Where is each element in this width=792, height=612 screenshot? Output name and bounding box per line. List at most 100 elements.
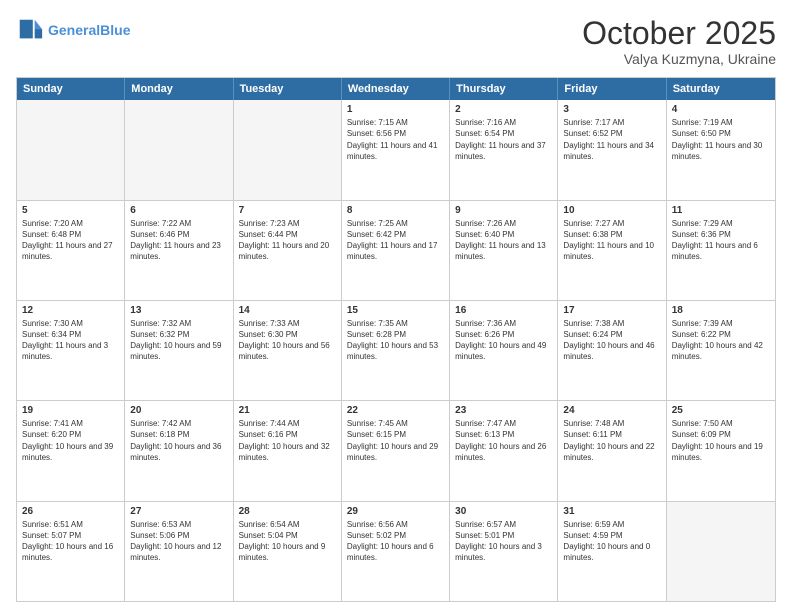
day-info: Sunrise: 6:59 AMSunset: 4:59 PMDaylight:… [563,519,660,564]
table-row: 22Sunrise: 7:45 AMSunset: 6:15 PMDayligh… [342,401,450,500]
day-number: 20 [130,405,227,416]
day-number: 15 [347,305,444,316]
day-number: 16 [455,305,552,316]
header-day-sunday: Sunday [17,78,125,100]
table-row: 19 Sunrise: 7:41 AMSunset: 6:20 PMDayligh… [17,401,125,500]
table-row: 3Sunrise: 7:17 AMSunset: 6:52 PMDaylight… [558,100,666,199]
day-number: 30 [455,506,552,517]
day-number: 3 [563,104,660,115]
header-day-monday: Monday [125,78,233,100]
day-info: Sunrise: 6:54 AMSunset: 5:04 PMDaylight:… [239,519,336,564]
day-info: Sunrise: 7:20 AMSunset: 6:48 PMDaylight:… [22,218,119,263]
day-info: Sunrise: 7:16 AMSunset: 6:54 PMDaylight:… [455,117,552,162]
table-row: 21 Sunrise: 7:44 AMSunset: 6:16 PMDayligh… [234,401,342,500]
header-day-saturday: Saturday [667,78,775,100]
table-row: 15 Sunrise: 7:35 AMSunset: 6:28 PMDayligh… [342,301,450,400]
table-row: 17Sunrise: 7:38 AMSunset: 6:24 PMDayligh… [558,301,666,400]
day-number: 29 [347,506,444,517]
day-info: Sunrise: 7:41 AMSunset: 6:20 PMDaylight:… [22,418,119,463]
header: GeneralBlue October 2025 Valya Kuzmyna, … [16,16,776,67]
day-number: 21 [239,405,336,416]
table-row: 20 Sunrise: 7:42 AMSunset: 6:18 PMDayligh… [125,401,233,500]
table-row: 26Sunrise: 6:51 AMSunset: 5:07 PMDayligh… [17,502,125,601]
day-number: 11 [672,205,770,216]
table-row: 18 Sunrise: 7:39 AMSunset: 6:22 PMDayligh… [667,301,775,400]
table-row [234,100,342,199]
day-info: Sunrise: 6:51 AMSunset: 5:07 PMDaylight:… [22,519,119,564]
table-row: 25Sunrise: 7:50 AMSunset: 6:09 PMDayligh… [667,401,775,500]
day-info: Sunrise: 7:23 AMSunset: 6:44 PMDaylight:… [239,218,336,263]
day-number: 6 [130,205,227,216]
day-info: Sunrise: 7:29 AMSunset: 6:36 PMDaylight:… [672,218,770,263]
calendar-week-2: 5 Sunrise: 7:20 AMSunset: 6:48 PMDaylight… [17,201,775,301]
table-row: 30 Sunrise: 6:57 AMSunset: 5:01 PMDayligh… [450,502,558,601]
day-info: Sunrise: 7:19 AMSunset: 6:50 PMDaylight:… [672,117,770,162]
header-day-wednesday: Wednesday [342,78,450,100]
day-number: 2 [455,104,552,115]
day-number: 5 [22,205,119,216]
day-number: 14 [239,305,336,316]
table-row: 9Sunrise: 7:26 AMSunset: 6:40 PMDaylight… [450,201,558,300]
day-info: Sunrise: 7:30 AMSunset: 6:34 PMDaylight:… [22,318,119,363]
day-info: Sunrise: 6:57 AMSunset: 5:01 PMDaylight:… [455,519,552,564]
logo-general: General [48,22,100,38]
calendar-body: 1 Sunrise: 7:15 AMSunset: 6:56 PMDaylight… [17,100,775,601]
table-row: 14 Sunrise: 7:33 AMSunset: 6:30 PMDayligh… [234,301,342,400]
day-info: Sunrise: 7:27 AMSunset: 6:38 PMDaylight:… [563,218,660,263]
table-row: 12 Sunrise: 7:30 AMSunset: 6:34 PMDayligh… [17,301,125,400]
table-row: 6 Sunrise: 7:22 AMSunset: 6:46 PMDaylight… [125,201,233,300]
day-number: 1 [347,104,444,115]
day-number: 24 [563,405,660,416]
day-number: 10 [563,205,660,216]
calendar-week-3: 12 Sunrise: 7:30 AMSunset: 6:34 PMDayligh… [17,301,775,401]
header-day-friday: Friday [558,78,666,100]
day-info: Sunrise: 7:33 AMSunset: 6:30 PMDaylight:… [239,318,336,363]
table-row: 1 Sunrise: 7:15 AMSunset: 6:56 PMDaylight… [342,100,450,199]
day-number: 19 [22,405,119,416]
table-row: 28Sunrise: 6:54 AMSunset: 5:04 PMDayligh… [234,502,342,601]
day-info: Sunrise: 7:50 AMSunset: 6:09 PMDaylight:… [672,418,770,463]
day-info: Sunrise: 7:44 AMSunset: 6:16 PMDaylight:… [239,418,336,463]
calendar-week-5: 26Sunrise: 6:51 AMSunset: 5:07 PMDayligh… [17,502,775,601]
day-info: Sunrise: 6:53 AMSunset: 5:06 PMDaylight:… [130,519,227,564]
table-row: 23 Sunrise: 7:47 AMSunset: 6:13 PMDayligh… [450,401,558,500]
calendar: SundayMondayTuesdayWednesdayThursdayFrid… [16,77,776,602]
table-row: 16Sunrise: 7:36 AMSunset: 6:26 PMDayligh… [450,301,558,400]
day-info: Sunrise: 7:22 AMSunset: 6:46 PMDaylight:… [130,218,227,263]
table-row: 10 Sunrise: 7:27 AMSunset: 6:38 PMDayligh… [558,201,666,300]
table-row: 5 Sunrise: 7:20 AMSunset: 6:48 PMDaylight… [17,201,125,300]
day-number: 8 [347,205,444,216]
day-number: 13 [130,305,227,316]
table-row: 7Sunrise: 7:23 AMSunset: 6:44 PMDaylight… [234,201,342,300]
table-row: 11 Sunrise: 7:29 AMSunset: 6:36 PMDayligh… [667,201,775,300]
day-info: Sunrise: 7:47 AMSunset: 6:13 PMDaylight:… [455,418,552,463]
day-info: Sunrise: 6:56 AMSunset: 5:02 PMDaylight:… [347,519,444,564]
header-day-tuesday: Tuesday [234,78,342,100]
logo: GeneralBlue [16,16,130,44]
day-number: 18 [672,305,770,316]
table-row: 31 Sunrise: 6:59 AMSunset: 4:59 PMDayligh… [558,502,666,601]
day-number: 27 [130,506,227,517]
day-number: 4 [672,104,770,115]
table-row [125,100,233,199]
location: Valya Kuzmyna, Ukraine [582,51,776,67]
table-row: 27 Sunrise: 6:53 AMSunset: 5:06 PMDayligh… [125,502,233,601]
day-number: 22 [347,405,444,416]
day-info: Sunrise: 7:15 AMSunset: 6:56 PMDaylight:… [347,117,444,162]
day-number: 23 [455,405,552,416]
day-info: Sunrise: 7:35 AMSunset: 6:28 PMDaylight:… [347,318,444,363]
page: GeneralBlue October 2025 Valya Kuzmyna, … [0,0,792,612]
table-row: 29 Sunrise: 6:56 AMSunset: 5:02 PMDayligh… [342,502,450,601]
day-info: Sunrise: 7:42 AMSunset: 6:18 PMDaylight:… [130,418,227,463]
table-row [17,100,125,199]
day-number: 31 [563,506,660,517]
day-info: Sunrise: 7:39 AMSunset: 6:22 PMDaylight:… [672,318,770,363]
day-info: Sunrise: 7:38 AMSunset: 6:24 PMDaylight:… [563,318,660,363]
logo-icon [16,16,44,44]
day-info: Sunrise: 7:48 AMSunset: 6:11 PMDaylight:… [563,418,660,463]
logo-text: GeneralBlue [48,22,130,39]
day-number: 9 [455,205,552,216]
calendar-week-4: 19 Sunrise: 7:41 AMSunset: 6:20 PMDayligh… [17,401,775,501]
day-number: 12 [22,305,119,316]
calendar-week-1: 1 Sunrise: 7:15 AMSunset: 6:56 PMDaylight… [17,100,775,200]
